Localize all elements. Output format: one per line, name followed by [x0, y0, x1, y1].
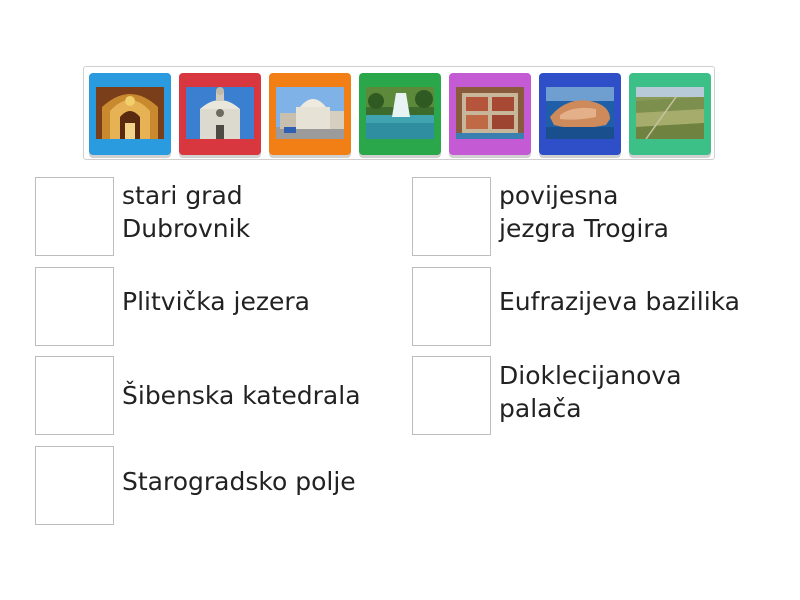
- fields-aerial-photo: [636, 87, 704, 139]
- tile-dubrovnik-image[interactable]: [539, 73, 621, 155]
- image-tray: [83, 66, 715, 160]
- basilica-interior-photo: [96, 87, 164, 139]
- tile-diocletian-palace-image[interactable]: [449, 73, 531, 155]
- label-euphrasian: Eufrazijeva bazilika: [499, 287, 741, 316]
- drop-slot-trogir[interactable]: [412, 177, 491, 256]
- tile-stari-grad-plain-image[interactable]: [629, 73, 711, 155]
- drop-slot-diocletian[interactable]: [412, 356, 491, 435]
- tile-sibenik-cathedral-image[interactable]: [179, 73, 261, 155]
- tile-trogir-image[interactable]: [269, 73, 351, 155]
- drop-slot-sibenik[interactable]: [35, 356, 114, 435]
- drop-slot-plitvice[interactable]: [35, 267, 114, 346]
- label-starigrad: Starogradsko polje: [122, 467, 356, 496]
- label-trogir: povijesna jezgra Trogira: [499, 181, 669, 243]
- label-sibenik: Šibenska katedrala: [122, 381, 361, 410]
- label-diocletian: Dioklecijanova palača: [499, 361, 682, 423]
- tile-plitvice-image[interactable]: [359, 73, 441, 155]
- palace-aerial-photo: [456, 87, 524, 139]
- drop-slot-dubrovnik[interactable]: [35, 177, 114, 256]
- cathedral-facade-photo: [186, 87, 254, 139]
- drop-slot-euphrasian[interactable]: [412, 267, 491, 346]
- drop-slot-starigrad[interactable]: [35, 446, 114, 525]
- walled-city-photo: [546, 87, 614, 139]
- label-plitvice: Plitvička jezera: [122, 287, 310, 316]
- waterfall-lake-photo: [366, 87, 434, 139]
- tile-euphrasian-basilica-image[interactable]: [89, 73, 171, 155]
- town-square-photo: [276, 87, 344, 139]
- label-dubrovnik: stari grad Dubrovnik: [122, 181, 251, 243]
